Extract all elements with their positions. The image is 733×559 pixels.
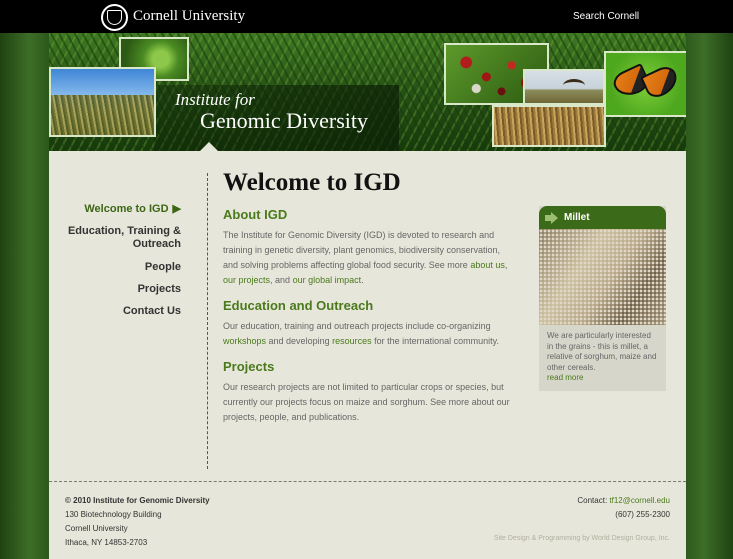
footer-contact: Contact: tf12@cornell.edu (607) 255-2300 <box>577 496 670 519</box>
cornell-topbar: Cornell University Search Cornell <box>0 0 733 33</box>
nav-item-education[interactable]: Education, Training & Outreach <box>51 225 181 251</box>
grain-field-photo <box>492 105 606 147</box>
read-more-link[interactable]: read more <box>547 373 583 382</box>
page-footer: © 2010 Institute for Genomic Diversity 1… <box>49 481 686 559</box>
projects-text: Our research projects are not limited to… <box>223 382 510 422</box>
card-title: Millet <box>564 212 590 223</box>
design-credits[interactable]: Site Design & Programming by World Desig… <box>494 535 670 542</box>
workshops-link[interactable]: workshops <box>223 336 266 346</box>
left-navigation: Welcome to IGD ▶ Education, Training & Out… <box>51 203 181 327</box>
about-text: The Institute for Genomic Diversity (IGD… <box>223 230 508 285</box>
arrow-right-icon: ▶ <box>172 203 181 215</box>
cornell-seal-icon[interactable] <box>101 4 128 31</box>
nav-item-contact[interactable]: Contact Us <box>51 305 181 318</box>
millet-image[interactable] <box>539 229 666 325</box>
site-title[interactable]: Institute for Genomic Diversity <box>175 91 368 132</box>
butterfly-photo <box>604 51 686 117</box>
grassland-photo <box>49 67 156 137</box>
education-text: Our education, training and outreach pro… <box>223 321 500 346</box>
card-header[interactable]: Millet <box>539 206 666 229</box>
site-title-line2: Genomic Diversity <box>200 108 369 133</box>
footer-address: © 2010 Institute for Genomic Diversity 1… <box>65 496 210 547</box>
savanna-tree-photo <box>523 69 605 105</box>
feature-card: Millet We are particularly interested in… <box>539 206 666 391</box>
education-heading: Education and Outreach <box>223 298 374 313</box>
resources-link[interactable]: resources <box>332 336 372 346</box>
page-title: Welcome to IGD <box>223 169 401 196</box>
about-heading: About IGD <box>223 207 288 222</box>
nav-indicator-notch <box>199 142 219 151</box>
about-us-link[interactable]: about us <box>470 260 505 270</box>
nav-item-welcome[interactable]: Welcome to IGD ▶ <box>51 203 181 216</box>
header-banner: Institute for Genomic Diversity <box>49 33 686 151</box>
main-column: Welcome to IGD About IGD The Institute f… <box>223 169 513 435</box>
contact-email-link[interactable]: tf12@cornell.edu <box>609 496 670 505</box>
contact-phone: (607) 255-2300 <box>615 510 670 519</box>
nav-item-people[interactable]: People <box>51 261 181 274</box>
card-text: We are particularly interested in the gr… <box>547 331 657 382</box>
nav-item-projects[interactable]: Projects <box>51 283 181 296</box>
site-title-line1: Institute for <box>175 90 255 109</box>
nav-divider <box>207 173 208 469</box>
arrow-right-icon <box>545 211 558 224</box>
search-cornell-link[interactable]: Search Cornell <box>573 11 639 22</box>
global-impact-link[interactable]: our global impact <box>293 275 362 285</box>
cornell-university-link[interactable]: Cornell University <box>133 8 245 25</box>
our-projects-link[interactable]: our projects <box>223 275 270 285</box>
projects-heading: Projects <box>223 359 275 374</box>
main-content: Welcome to IGD ▶ Education, Training & Out… <box>49 151 686 481</box>
copyright: © 2010 Institute for Genomic Diversity <box>65 496 210 505</box>
